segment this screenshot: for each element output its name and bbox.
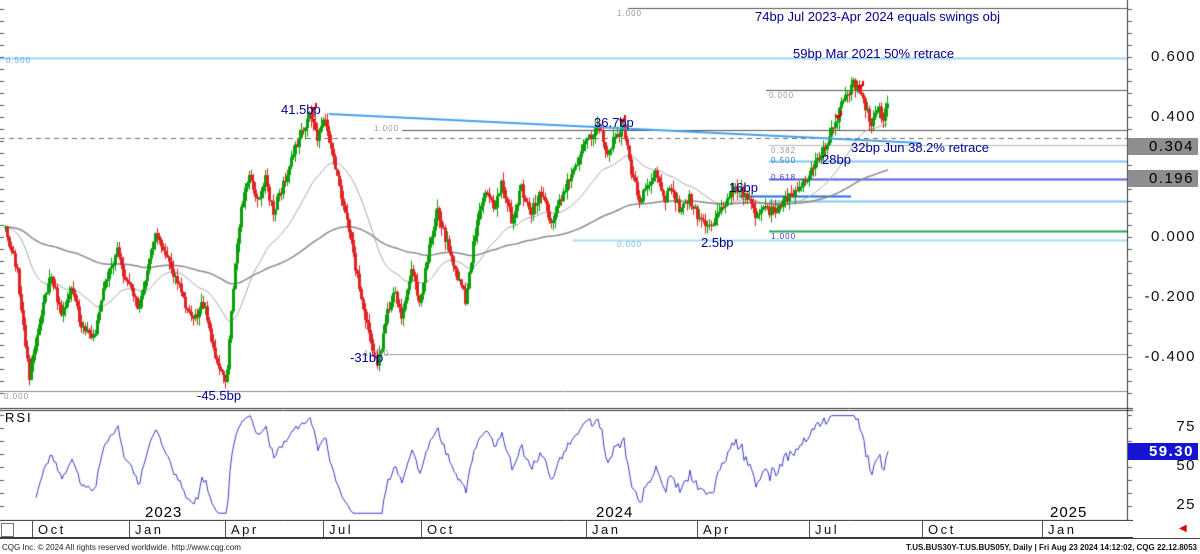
fib-level-label: 0.500 [771,156,796,165]
price-axis-label: 0.400 [1151,109,1196,125]
month-tick [323,521,324,537]
year-label: 2023 [145,505,182,521]
fib-level-label: 1.000 [374,124,399,133]
cqg-chart-window: 1.0000.5000.0001.0000.3820.5000.6181.000… [0,0,1200,554]
month-label: Oct [38,522,66,537]
rsi-axis-label: 25 [1176,497,1196,513]
price-axis-label: -0.200 [1144,289,1196,305]
time-axis[interactable]: Oct Jan Apr Jul Oct Jan Apr Jul Oct Jan [0,521,1133,538]
price-axis[interactable]: 0.6000.4000.000-0.200-0.4000.3040.196755… [1133,0,1200,521]
month-label: Apr [231,522,259,537]
month-tick [129,521,130,537]
fib-level-label: 1.000 [617,9,642,18]
year-label: 2025 [1050,505,1087,521]
fib-level-label: 1.000 [771,232,796,241]
chart-annotation[interactable]: -31bp [350,351,383,365]
fib-level-label: 0.618 [771,173,796,182]
month-label: Jul [815,522,839,537]
rsi-axis-label: 75 [1176,419,1196,435]
month-tick [697,521,698,537]
symbol-status-text: T.US.BUS30Y-T.US.BUS05Y, Daily | Fri Aug… [906,543,1197,552]
month-label: Jul [329,522,353,537]
chart-annotation[interactable]: -45.5bp [197,389,241,403]
status-bar: CQG Inc. © 2024 All rights reserved worl… [0,538,1200,554]
month-tick [1042,521,1043,537]
month-label: Jan [592,522,620,537]
chart-annotation[interactable]: 59bp Mar 2021 50% retrace [793,47,954,61]
price-axis-label: 0.000 [1151,229,1196,245]
scroll-left-icon[interactable]: ◀ [1179,523,1187,535]
rsi-study-label: RSI [5,411,33,425]
fib-level-label: 0.382 [771,146,796,155]
chart-annotation[interactable]: 41.5bp [281,103,321,117]
month-tick [225,521,226,537]
month-label: Jan [135,522,163,537]
month-tick [922,521,923,537]
fib-level-badge: 0.304 [1128,138,1198,155]
chart-annotation[interactable]: 2.5bp [701,236,734,250]
price-chart-canvas[interactable] [0,0,1133,521]
fib-level-label: 0.000 [617,240,642,249]
month-label: Apr [703,522,731,537]
month-label: Oct [427,522,455,537]
rsi-axis-label: 50 [1176,458,1196,474]
scrollbar-thumb[interactable] [1,523,14,537]
fib-level-label: 0.000 [4,392,29,401]
fib-level-label: 0.000 [769,91,794,100]
month-label: Oct [928,522,956,537]
month-tick [586,521,587,537]
chart-annotation[interactable]: 16bp [729,181,758,195]
chart-annotation[interactable]: 36.7bp [594,116,634,130]
month-label: Jan [1048,522,1076,537]
chart-annotation[interactable]: 28bp [822,153,851,167]
year-label: 2024 [596,505,633,521]
price-axis-label: 0.600 [1151,49,1196,65]
chart-annotation[interactable]: 32bp Jun 38.2% retrace [851,141,989,155]
chart-annotation[interactable]: 74bp Jul 2023-Apr 2024 equals swings obj [755,10,1000,24]
fib-level-badge: 0.196 [1128,170,1198,187]
rsi-value-badge: 59.30 [1128,443,1198,460]
copyright-text: CQG Inc. © 2024 All rights reserved worl… [2,543,241,552]
price-axis-label: -0.400 [1144,349,1196,365]
month-tick [32,521,33,537]
fib-level-label: 0.500 [6,56,31,65]
month-tick [421,521,422,537]
month-tick [809,521,810,537]
